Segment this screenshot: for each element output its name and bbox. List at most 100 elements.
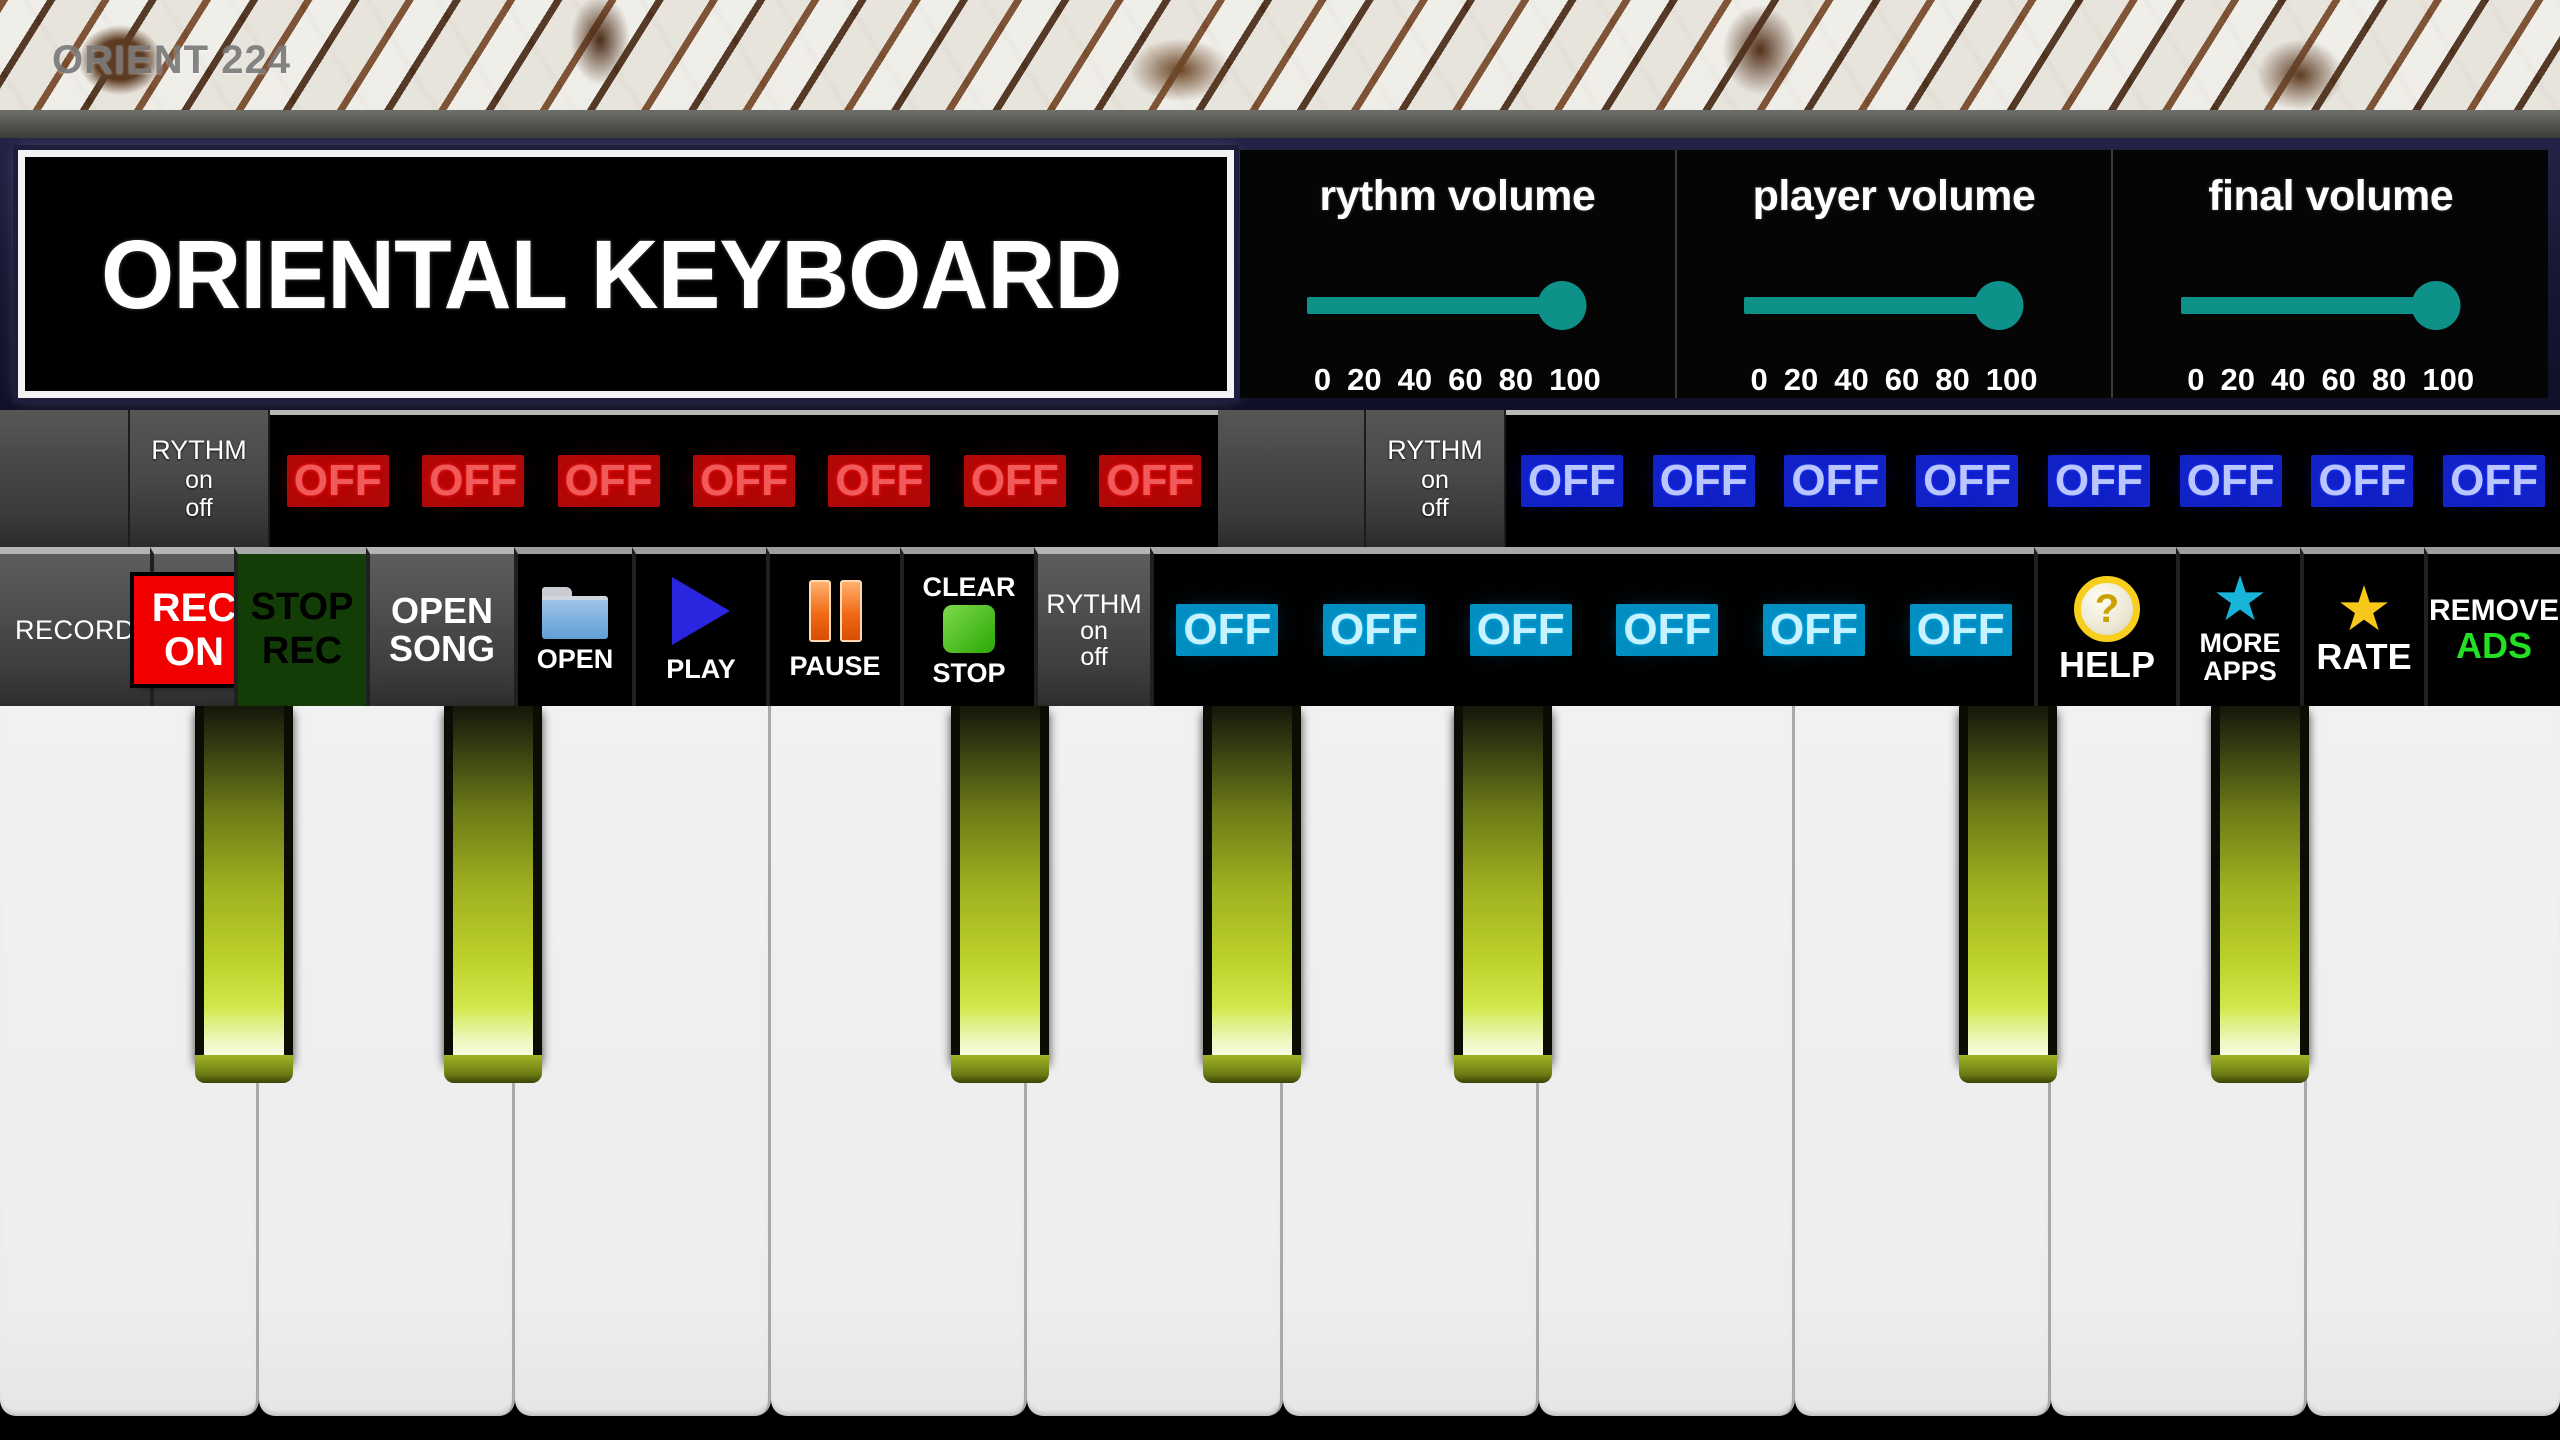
clear-stop-button[interactable]: CLEAR STOP — [900, 547, 1034, 706]
red-lamp[interactable]: OFF — [676, 455, 811, 507]
more-apps-button[interactable]: ★ MORE APPS — [2176, 547, 2300, 706]
app-root: ORIENT 224 ORIENTAL KEYBOARD rythm volum… — [0, 0, 2560, 1440]
slider-thumb[interactable] — [1974, 281, 2024, 330]
black-key[interactable] — [444, 706, 542, 1083]
blue-lamp-text: OFF — [2047, 455, 2150, 507]
slider-fill — [2180, 297, 2436, 314]
rec-on-line2: ON — [164, 630, 224, 674]
tick: 20 — [2220, 362, 2255, 397]
slider-final-volume[interactable]: final volume 0 20 40 60 80 100 — [2113, 150, 2548, 398]
red-lamp[interactable]: OFF — [405, 455, 540, 507]
stop-square-icon — [943, 605, 995, 653]
rec-on-button[interactable]: REC ON — [133, 547, 255, 706]
rythm-on-off-button-left[interactable]: RYTHM on off — [130, 410, 270, 547]
blue-lamp-text: OFF — [1652, 455, 1755, 507]
cyan-lamp-text: OFF — [1469, 604, 1572, 656]
title-plate: ORIENTAL KEYBOARD — [18, 150, 1234, 398]
slider-track[interactable] — [1307, 277, 1607, 330]
open-song-line1: OPEN — [390, 590, 494, 632]
rythm-label-line1: RYTHM — [1046, 588, 1142, 619]
blue-lamp[interactable]: OFF — [2033, 455, 2165, 507]
volume-sliders-panel: rythm volume 0 20 40 60 80 100 player vo… — [1240, 150, 2548, 398]
cyan-lamp-text: OFF — [1763, 604, 1866, 656]
tick: 40 — [1834, 362, 1869, 397]
red-lamp[interactable]: OFF — [947, 455, 1082, 507]
rythm-label-line1: RYTHM — [1387, 435, 1483, 466]
slider-thumb[interactable] — [1537, 281, 1587, 330]
blue-lamp[interactable]: OFF — [2165, 455, 2297, 507]
slider-thumb[interactable] — [2411, 281, 2461, 330]
open-button[interactable]: OPEN — [514, 547, 632, 706]
black-key[interactable] — [1959, 706, 2057, 1083]
red-lamp-strip: OFF OFF OFF OFF OFF OFF OFF — [270, 410, 1218, 547]
cyan-lamp[interactable]: OFF — [1447, 604, 1594, 656]
rate-label: RATE — [2316, 636, 2412, 678]
red-lamp[interactable]: OFF — [541, 455, 676, 507]
rythm-on-off-button-right[interactable]: RYTHM on off — [1366, 410, 1506, 547]
blue-lamp[interactable]: OFF — [2428, 455, 2560, 507]
blue-lamp[interactable]: OFF — [1901, 455, 2033, 507]
tick: 80 — [2371, 362, 2407, 397]
black-key[interactable] — [1203, 706, 1301, 1083]
red-lamp[interactable]: OFF — [270, 455, 405, 507]
white-key[interactable] — [2307, 706, 2560, 1416]
folder-icon — [542, 586, 608, 639]
slider-label: player volume — [1752, 172, 2036, 220]
tick: 60 — [1884, 362, 1920, 397]
folder-body — [542, 595, 608, 639]
more-apps-line2: APPS — [2203, 656, 2277, 687]
black-key[interactable] — [195, 706, 293, 1083]
remove-ads-line1: REMOVE — [2428, 594, 2560, 628]
slider-ticks: 0 20 40 60 80 100 — [1314, 362, 1601, 398]
cyan-lamp[interactable]: OFF — [1154, 604, 1301, 656]
blue-lamp-strip: OFF OFF OFF OFF OFF OFF OFF OFF — [1506, 410, 2560, 547]
blue-lamp-text: OFF — [2179, 455, 2282, 507]
remove-ads-button[interactable]: REMOVE ADS — [2424, 547, 2560, 706]
header-bar: ORIENTAL KEYBOARD rythm volume 0 20 40 6… — [0, 138, 2560, 410]
tick: 100 — [1549, 362, 1601, 397]
tick: 0 — [1313, 362, 1332, 397]
pause-label: PAUSE — [789, 650, 881, 681]
cyan-lamp[interactable]: OFF — [1594, 604, 1741, 656]
red-lamp-text: OFF — [557, 455, 660, 507]
tick: 80 — [1498, 362, 1534, 397]
blue-lamp[interactable]: OFF — [1506, 455, 1638, 507]
slider-track[interactable] — [1744, 277, 2044, 330]
red-lamp-text: OFF — [828, 455, 931, 507]
rec-on-line1: REC — [151, 586, 237, 630]
instrument-lamp-row: RYTHM on off OFF OFF OFF OFF OFF OFF OFF… — [0, 410, 2560, 547]
open-song-button[interactable]: OPEN SONG — [366, 547, 514, 706]
play-button[interactable]: PLAY — [632, 547, 766, 706]
black-key[interactable] — [1454, 706, 1552, 1083]
black-key[interactable] — [2211, 706, 2309, 1083]
black-key[interactable] — [951, 706, 1049, 1083]
red-lamp-text: OFF — [422, 455, 525, 507]
red-lamp[interactable]: OFF — [1083, 455, 1218, 507]
cyan-lamp-text: OFF — [1323, 604, 1425, 656]
blue-lamp[interactable]: OFF — [2297, 455, 2429, 507]
cyan-lamp[interactable]: OFF — [1887, 604, 2034, 656]
cyan-lamp[interactable]: OFF — [1741, 604, 1888, 656]
tick: 60 — [2321, 362, 2356, 397]
white-key[interactable] — [515, 706, 771, 1416]
stop-rec-line1: STOP — [250, 586, 354, 629]
cyan-lamp[interactable]: OFF — [1301, 604, 1448, 656]
blue-lamp-text: OFF — [2311, 455, 2414, 507]
page-title: ORIENTAL KEYBOARD — [101, 219, 1122, 329]
pause-icon — [808, 579, 862, 642]
slider-player-volume[interactable]: player volume 0 20 40 60 80 100 — [1677, 150, 2114, 398]
tick: 80 — [1935, 362, 1970, 397]
tick: 40 — [2270, 362, 2306, 397]
white-key[interactable] — [1539, 706, 1795, 1416]
help-button[interactable]: ? HELP — [2034, 547, 2176, 706]
rate-button[interactable]: ★ RATE — [2300, 547, 2424, 706]
blue-lamp[interactable]: OFF — [1770, 455, 1902, 507]
red-lamp[interactable]: OFF — [812, 455, 947, 507]
slider-rythm-volume[interactable]: rythm volume 0 20 40 60 80 100 — [1240, 150, 1677, 398]
slider-track[interactable] — [2180, 277, 2481, 330]
pause-button[interactable]: PAUSE — [766, 547, 900, 706]
blue-lamp[interactable]: OFF — [1638, 455, 1770, 507]
rythm-on-off-button-transport[interactable]: RYTHM on off — [1034, 547, 1150, 706]
slider-label: rythm volume — [1319, 172, 1596, 220]
stop-rec-button[interactable]: STOP REC — [234, 547, 366, 706]
